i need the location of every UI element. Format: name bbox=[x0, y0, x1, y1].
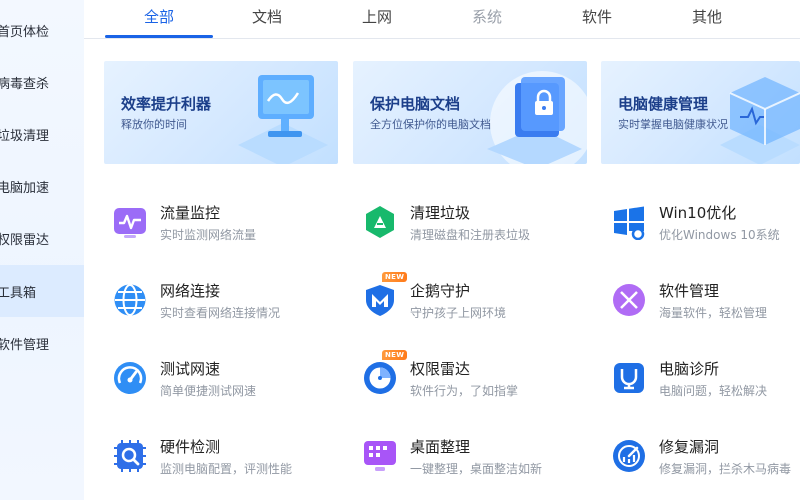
tool-name: 网络连接 bbox=[160, 282, 221, 300]
tool-description: 实时监测网络流量 bbox=[160, 228, 257, 242]
windows-icon bbox=[614, 206, 645, 240]
tool-name: 清理垃圾 bbox=[410, 204, 471, 222]
sidebar-item-junk-clean[interactable]: 垃圾清理 bbox=[0, 108, 84, 160]
banner-protect-documents[interactable]: 保护电脑文档 全方位保护你的电脑文档 bbox=[353, 61, 587, 164]
banner-subtitle: 实时掌握电脑健康状况 bbox=[618, 118, 728, 131]
tool-name: 软件管理 bbox=[659, 282, 720, 300]
tool-name: 流量监控 bbox=[160, 204, 221, 222]
sidebar: 首页体检 病毒查杀 垃圾清理 电脑加速 权限雷达 工具箱 软件管理 bbox=[0, 0, 84, 500]
tool-network-connection[interactable]: 网络连接 实时查看网络连接情况 bbox=[112, 280, 342, 330]
software-manage-icon bbox=[613, 284, 645, 316]
category-tabs: 全部 文档 上网 系统 软件 其他 bbox=[84, 0, 800, 39]
radar-icon bbox=[364, 362, 396, 394]
tab-software[interactable]: 软件 bbox=[557, 6, 637, 28]
tool-description: 守护孩子上网环境 bbox=[410, 306, 507, 320]
banner-title: 效率提升利器 bbox=[121, 95, 212, 113]
banner-health-manage[interactable]: 电脑健康管理 实时掌握电脑健康状况 bbox=[601, 61, 800, 164]
banner-title: 保护电脑文档 bbox=[370, 95, 461, 113]
new-badge: NEW bbox=[382, 272, 408, 282]
tool-desktop-organize[interactable]: 桌面整理 一键整理，桌面整洁如新 bbox=[362, 436, 592, 486]
tool-fix-vulnerability[interactable]: 修复漏洞 修复漏洞，拦杀木马病毒 bbox=[611, 436, 800, 486]
tool-name: 电脑诊所 bbox=[659, 360, 720, 378]
speed-test-icon bbox=[114, 362, 146, 394]
tool-pc-clinic[interactable]: 电脑诊所 电脑问题，轻松解决 bbox=[611, 358, 800, 408]
health-cube-illustration-icon bbox=[720, 77, 800, 164]
fix-vulnerability-icon bbox=[613, 440, 645, 472]
tool-description: 一键整理，桌面整洁如新 bbox=[410, 462, 543, 476]
new-badge: NEW bbox=[382, 350, 408, 360]
sidebar-item-toolbox[interactable]: 工具箱 bbox=[0, 265, 84, 317]
sidebar-item-home-check[interactable]: 首页体检 bbox=[0, 4, 84, 56]
tool-name: 权限雷达 bbox=[410, 360, 471, 378]
banner-efficiency[interactable]: 效率提升利器 释放你的时间 bbox=[104, 61, 338, 164]
banner-subtitle: 释放你的时间 bbox=[121, 118, 187, 131]
tool-hardware-check[interactable]: 硬件检测 监测电脑配置，评测性能 bbox=[112, 436, 342, 486]
globe-icon bbox=[114, 284, 146, 316]
tool-traffic-monitor[interactable]: 流量监控 实时监测网络流量 bbox=[112, 202, 342, 252]
tool-description: 清理磁盘和注册表垃圾 bbox=[410, 228, 531, 242]
tool-description: 优化Windows 10系统 bbox=[659, 228, 780, 242]
tool-name: 修复漏洞 bbox=[659, 438, 720, 456]
tool-description: 监测电脑配置，评测性能 bbox=[160, 462, 293, 476]
sidebar-item-speedup[interactable]: 电脑加速 bbox=[0, 160, 84, 212]
sidebar-item-virus-scan[interactable]: 病毒查杀 bbox=[0, 56, 84, 108]
banner-title: 电脑健康管理 bbox=[618, 95, 709, 113]
tool-description: 电脑问题，轻松解决 bbox=[659, 384, 768, 398]
locked-folder-illustration-icon bbox=[487, 71, 587, 164]
banner-subtitle: 全方位保护你的电脑文档 bbox=[370, 118, 491, 131]
sidebar-item-software-manage[interactable]: 软件管理 bbox=[0, 317, 84, 369]
tab-internet[interactable]: 上网 bbox=[337, 6, 417, 28]
stethoscope-icon bbox=[614, 363, 644, 393]
tool-software-manage[interactable]: 软件管理 海量软件，轻松管理 bbox=[611, 280, 800, 330]
chip-search-icon bbox=[114, 440, 146, 472]
clean-junk-icon bbox=[366, 206, 394, 238]
penguin-guard-icon bbox=[366, 285, 394, 316]
tool-name: Win10优化 bbox=[659, 204, 737, 222]
tool-win10-optimize[interactable]: Win10优化 优化Windows 10系统 bbox=[611, 202, 800, 252]
desktop-organize-icon bbox=[364, 441, 396, 471]
tool-description: 实时查看网络连接情况 bbox=[160, 306, 281, 320]
tab-other[interactable]: 其他 bbox=[667, 6, 747, 28]
tool-description: 修复漏洞，拦杀木马病毒 bbox=[659, 462, 792, 476]
tool-name: 桌面整理 bbox=[410, 438, 471, 456]
tab-documents[interactable]: 文档 bbox=[227, 6, 307, 28]
monitor-illustration-icon bbox=[238, 75, 328, 164]
tool-name: 硬件检测 bbox=[160, 438, 221, 456]
tool-penguin-guard[interactable]: NEW 企鹅守护 守护孩子上网环境 bbox=[362, 272, 592, 330]
tool-description: 软件行为，了如指掌 bbox=[410, 384, 519, 398]
traffic-monitor-icon bbox=[114, 208, 146, 238]
tool-speed-test[interactable]: 测试网速 简单便捷测试网速 bbox=[112, 358, 342, 408]
tool-clean-junk[interactable]: 清理垃圾 清理磁盘和注册表垃圾 bbox=[362, 202, 592, 252]
tool-name: 企鹅守护 bbox=[410, 282, 471, 300]
active-tab-indicator bbox=[105, 35, 213, 38]
tab-all[interactable]: 全部 bbox=[119, 6, 199, 28]
tab-system[interactable]: 系统 bbox=[447, 6, 527, 28]
tool-permission-radar[interactable]: NEW 权限雷达 软件行为，了如指掌 bbox=[362, 350, 592, 408]
tool-description: 简单便捷测试网速 bbox=[160, 384, 257, 398]
tool-description: 海量软件，轻松管理 bbox=[659, 306, 768, 320]
tool-name: 测试网速 bbox=[160, 360, 221, 378]
sidebar-item-permission-radar[interactable]: 权限雷达 bbox=[0, 212, 84, 264]
